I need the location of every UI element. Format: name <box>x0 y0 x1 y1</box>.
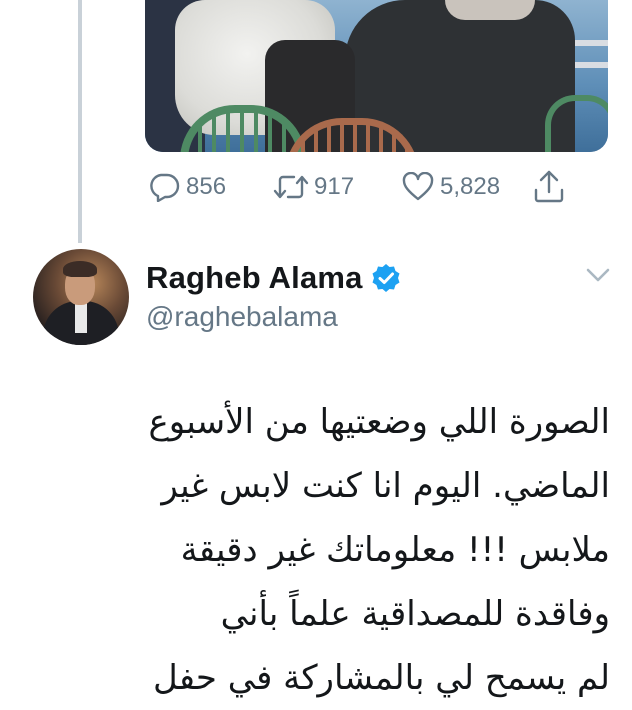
avatar-hair <box>63 261 97 277</box>
photo-green-chair-right <box>545 95 608 152</box>
retweet-icon <box>272 172 310 202</box>
tweet-line: ملابس !!! معلوماتك غير دقيقة <box>180 530 610 570</box>
author-avatar[interactable] <box>33 249 129 345</box>
tweet-line: الصورة اللي وضعتيها من الأسبوع <box>148 402 611 442</box>
retweet-button[interactable]: 917 <box>272 172 354 202</box>
retweet-count: 917 <box>314 173 355 200</box>
avatar-shirt <box>75 303 87 333</box>
like-count: 5,828 <box>440 173 501 200</box>
photo-person-hair <box>445 0 535 20</box>
author-handle[interactable]: @raghebalama <box>146 301 338 333</box>
share-button[interactable] <box>532 168 566 204</box>
tweet-text: الصورة اللي وضعتيها من الأسبوع الماضي. ا… <box>30 390 611 710</box>
tweet-photo[interactable] <box>145 0 608 152</box>
like-icon <box>402 172 434 202</box>
reply-icon <box>148 172 180 202</box>
reply-count: 856 <box>186 173 227 200</box>
share-icon <box>532 168 566 204</box>
author-name[interactable]: Ragheb Alama <box>146 260 363 296</box>
tweet-line: لم يسمح لي بالمشاركة في حفل <box>152 658 610 698</box>
thread-line <box>78 0 82 243</box>
tweet-line: الماضي. اليوم انا كنت لابس غير <box>161 466 610 506</box>
tweet-line: وفاقدة للمصداقية علماً بأني <box>220 594 610 634</box>
like-button[interactable]: 5,828 <box>402 172 500 202</box>
chevron-down-icon[interactable] <box>585 266 611 289</box>
verified-badge-icon <box>371 263 401 298</box>
reply-button[interactable]: 856 <box>148 172 226 202</box>
